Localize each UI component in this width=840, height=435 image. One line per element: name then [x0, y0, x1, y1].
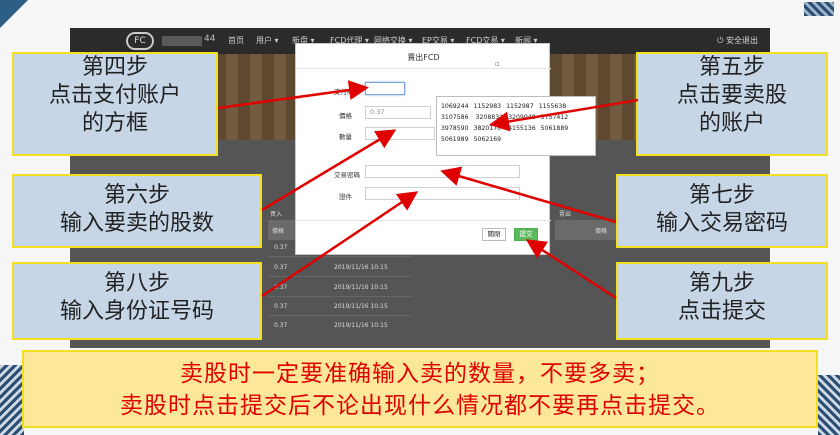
quantity-label: 數量	[339, 133, 352, 141]
buy-col-price: 價格	[272, 228, 285, 235]
tutorial-slide: FC 44 首页 用户 ▾ 新盘 ▾ FCD代理 ▾ 网络交换 ▾ EP交易 ▾…	[0, 0, 840, 435]
close-button[interactable]: 關閉	[482, 228, 506, 241]
step5-line: 的账户	[698, 111, 765, 136]
warning-line-2: 卖股时点击提交后不论出现什么情况都不要再点击提交。	[120, 393, 720, 419]
row-divider	[268, 315, 413, 316]
site-logo[interactable]: FC	[126, 32, 154, 50]
corner-decoration	[804, 2, 834, 16]
callout-step4: 第四步 点击支付账户 的方框	[12, 52, 218, 156]
step4-line: 的方框	[81, 111, 148, 136]
table-row-price: 0.37	[274, 303, 288, 310]
dialog-divider	[296, 68, 551, 69]
nav-home[interactable]: 首页	[228, 35, 244, 46]
row-divider	[268, 276, 413, 277]
account-option[interactable]: 5062169	[474, 134, 502, 145]
account-option[interactable]: 5061889	[541, 123, 569, 134]
corner-decoration	[0, 365, 24, 435]
account-option[interactable]: 1152987	[506, 101, 534, 112]
step4-line: 点击支付账户	[48, 83, 181, 108]
account-option[interactable]: 3820170	[474, 123, 502, 134]
id-number-field[interactable]	[365, 187, 520, 200]
step4-title: 第四步	[81, 55, 148, 80]
account-option[interactable]: 3209048	[508, 112, 536, 123]
submit-button[interactable]: 提交	[514, 228, 538, 241]
callout-step5: 第五步 点击要卖股 的账户	[636, 52, 828, 156]
callout-step6: 第六步 输入要卖的股数	[12, 174, 262, 248]
quantity-field[interactable]	[365, 127, 435, 140]
step7-line: 输入交易密码	[655, 211, 788, 236]
step7-title: 第七步	[688, 183, 755, 208]
dropdown-caret-icon: ▫	[495, 60, 500, 68]
account-dropdown-list: 1069244 1152983 1152987 1155638 3107586 3208…	[436, 96, 596, 156]
table-row-price: 0.37	[274, 264, 288, 271]
nav-user[interactable]: 用户 ▾	[256, 35, 279, 46]
price-field[interactable]: 0.37	[365, 106, 431, 119]
table-row-time: 2019/11/16 10:15	[334, 264, 388, 271]
table-row-price: 0.37	[274, 322, 288, 329]
row-divider	[268, 296, 413, 297]
account-option[interactable]: 1155638	[539, 101, 567, 112]
account-option[interactable]: 3107586	[441, 112, 469, 123]
step5-line: 点击要卖股	[676, 83, 787, 108]
buy-header-label: 買入	[270, 211, 283, 218]
row-divider	[268, 256, 413, 257]
warning-line-1: 卖股时一定要准确输入卖的数量，不要多卖；	[180, 361, 660, 387]
table-row-price: 0.37	[274, 244, 288, 251]
account-option[interactable]: 3978590	[441, 123, 469, 134]
table-row-time: 2019/11/16 10:15	[334, 303, 388, 310]
step6-title: 第六步	[103, 183, 170, 208]
callout-step8: 第八步 输入身份证号码	[12, 262, 262, 340]
step9-title: 第九步	[688, 271, 755, 296]
step5-title: 第五步	[698, 55, 765, 80]
warning-banner: 卖股时一定要准确输入卖的数量，不要多卖； 卖股时点击提交后不论出现什么情况都不要…	[22, 350, 818, 428]
account-option[interactable]: 3208831	[476, 112, 504, 123]
sell-header-label: 賣出	[559, 211, 572, 218]
account-option[interactable]: 1069244	[441, 101, 469, 112]
account-option[interactable]: 3757412	[541, 112, 569, 123]
blurred-username	[162, 36, 202, 46]
step6-line: 输入要卖的股数	[59, 211, 214, 236]
logout-link[interactable]: ⏻ 安全退出	[717, 35, 758, 46]
callout-step9: 第九步 点击提交	[616, 262, 828, 340]
sell-col-price: 價格	[595, 228, 608, 235]
callout-step7: 第七步 输入交易密码	[616, 174, 828, 248]
trade-password-label: 交易密碼	[334, 171, 360, 179]
price-label: 價格	[339, 112, 352, 120]
corner-decoration	[818, 375, 840, 435]
table-row-price: 0.37	[274, 284, 288, 291]
dialog-title: 賣出FCD	[407, 53, 440, 62]
dialog-divider	[296, 220, 551, 221]
payment-account-select[interactable]	[365, 82, 405, 95]
corner-decoration	[0, 0, 28, 28]
account-option[interactable]: 4155136	[508, 123, 536, 134]
table-row-time: 2019/11/16 10:15	[334, 322, 388, 329]
step8-line: 输入身份证号码	[59, 299, 214, 324]
user-id-suffix: 44	[204, 34, 216, 44]
table-row-time: 2019/11/16 10:15	[334, 284, 388, 291]
trade-password-field[interactable]	[365, 165, 520, 178]
step9-line: 点击提交	[677, 299, 766, 324]
step8-title: 第八步	[103, 271, 170, 296]
account-option[interactable]: 5061989	[441, 134, 469, 145]
payment-account-label: 支付賬戶	[334, 88, 360, 96]
id-label: 證件	[339, 193, 352, 201]
account-option[interactable]: 1152983	[474, 101, 502, 112]
